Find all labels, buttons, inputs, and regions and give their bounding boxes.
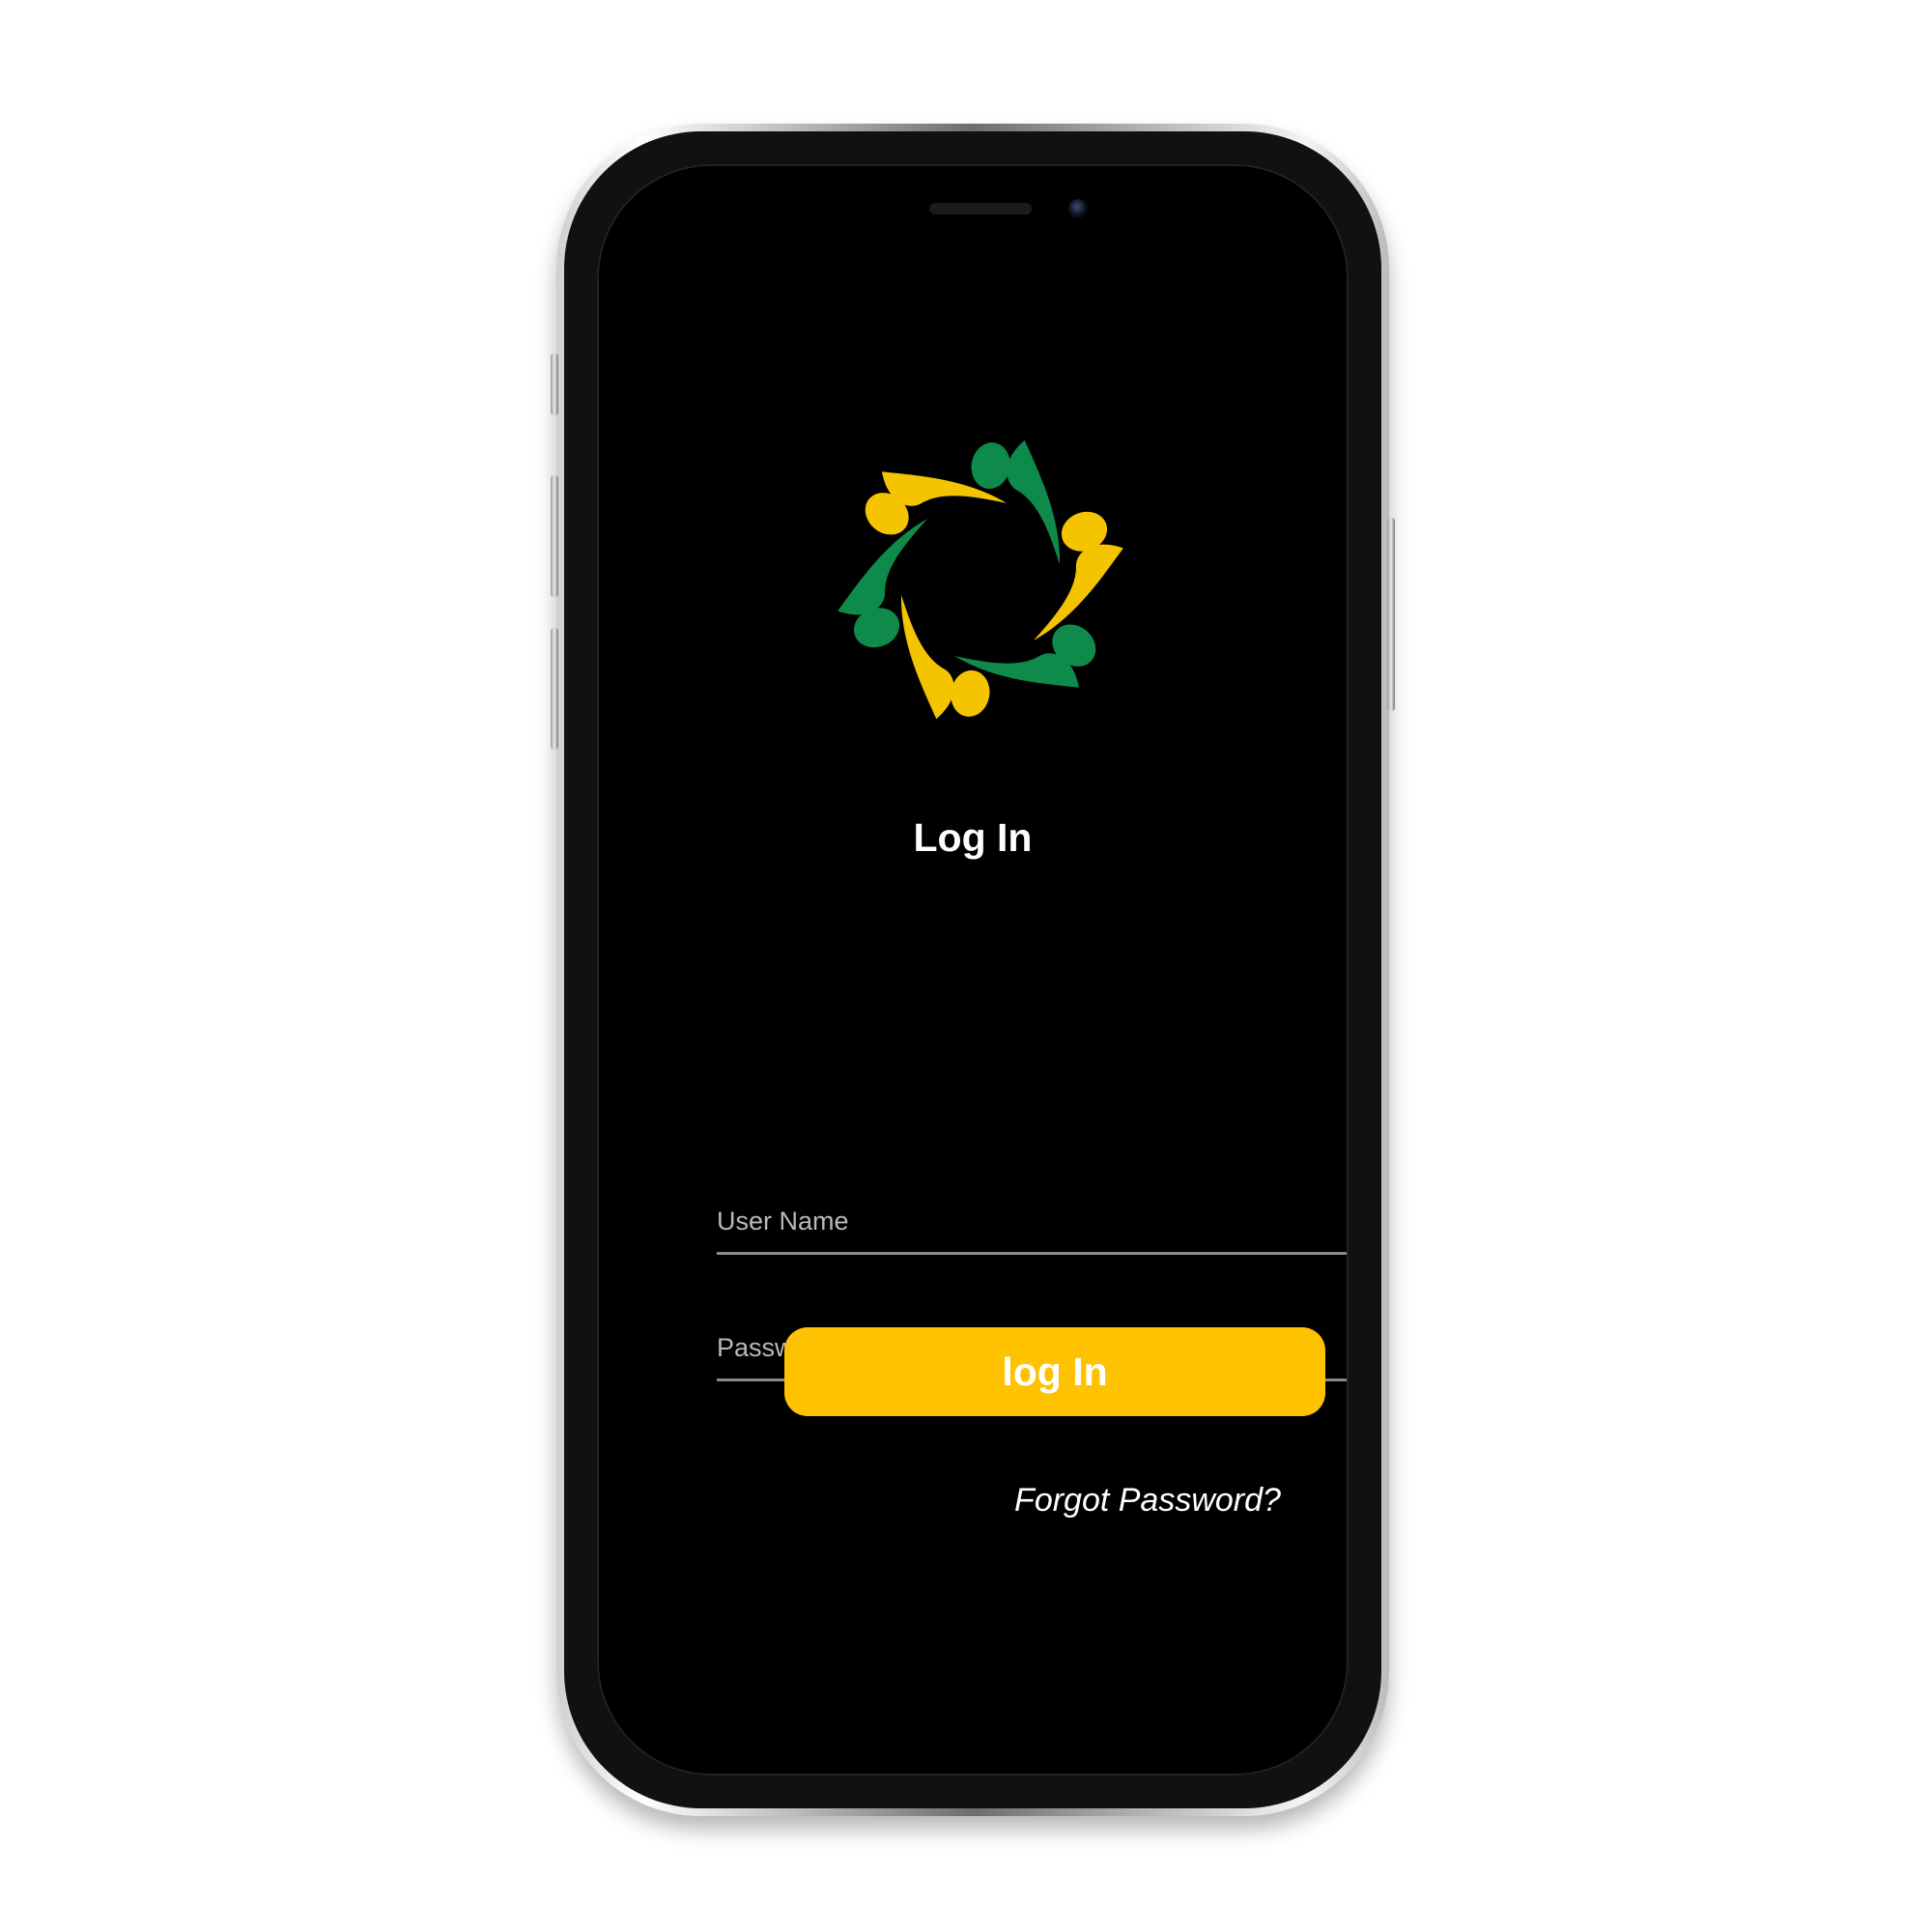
forgot-password-link[interactable]: Forgot Password?: [974, 1482, 1321, 1520]
logo-person-figure: [971, 440, 1061, 565]
login-button[interactable]: log In: [784, 1327, 1325, 1416]
logo-person-figure: [838, 518, 928, 648]
earpiece-speaker: [929, 203, 1032, 214]
logo-person-figure: [900, 594, 990, 720]
logo-figure-head: [951, 670, 990, 717]
volume-down-button: [551, 628, 558, 750]
mockup-stage: Log In log In Forgot Password?: [0, 0, 1932, 1932]
power-button: [1387, 518, 1395, 711]
front-camera: [1068, 199, 1088, 218]
app-screen: Log In log In Forgot Password?: [597, 164, 1349, 1776]
logo-figure-body: [838, 518, 928, 615]
phone-frame: Log In log In Forgot Password?: [551, 124, 1395, 1816]
logo-figure-body: [1033, 544, 1123, 641]
page-title: Log In: [913, 815, 1033, 860]
username-input[interactable]: [717, 1190, 1349, 1252]
mute-switch: [551, 354, 558, 415]
logo-person-figure: [1033, 511, 1123, 641]
logo-figure-head: [971, 442, 1010, 489]
logo-figures: [838, 440, 1123, 720]
username-field[interactable]: [717, 1190, 1349, 1255]
community-circle-logo-icon: [838, 440, 1123, 720]
phone-bezel: Log In log In Forgot Password?: [564, 131, 1381, 1808]
volume-up-button: [551, 475, 558, 597]
